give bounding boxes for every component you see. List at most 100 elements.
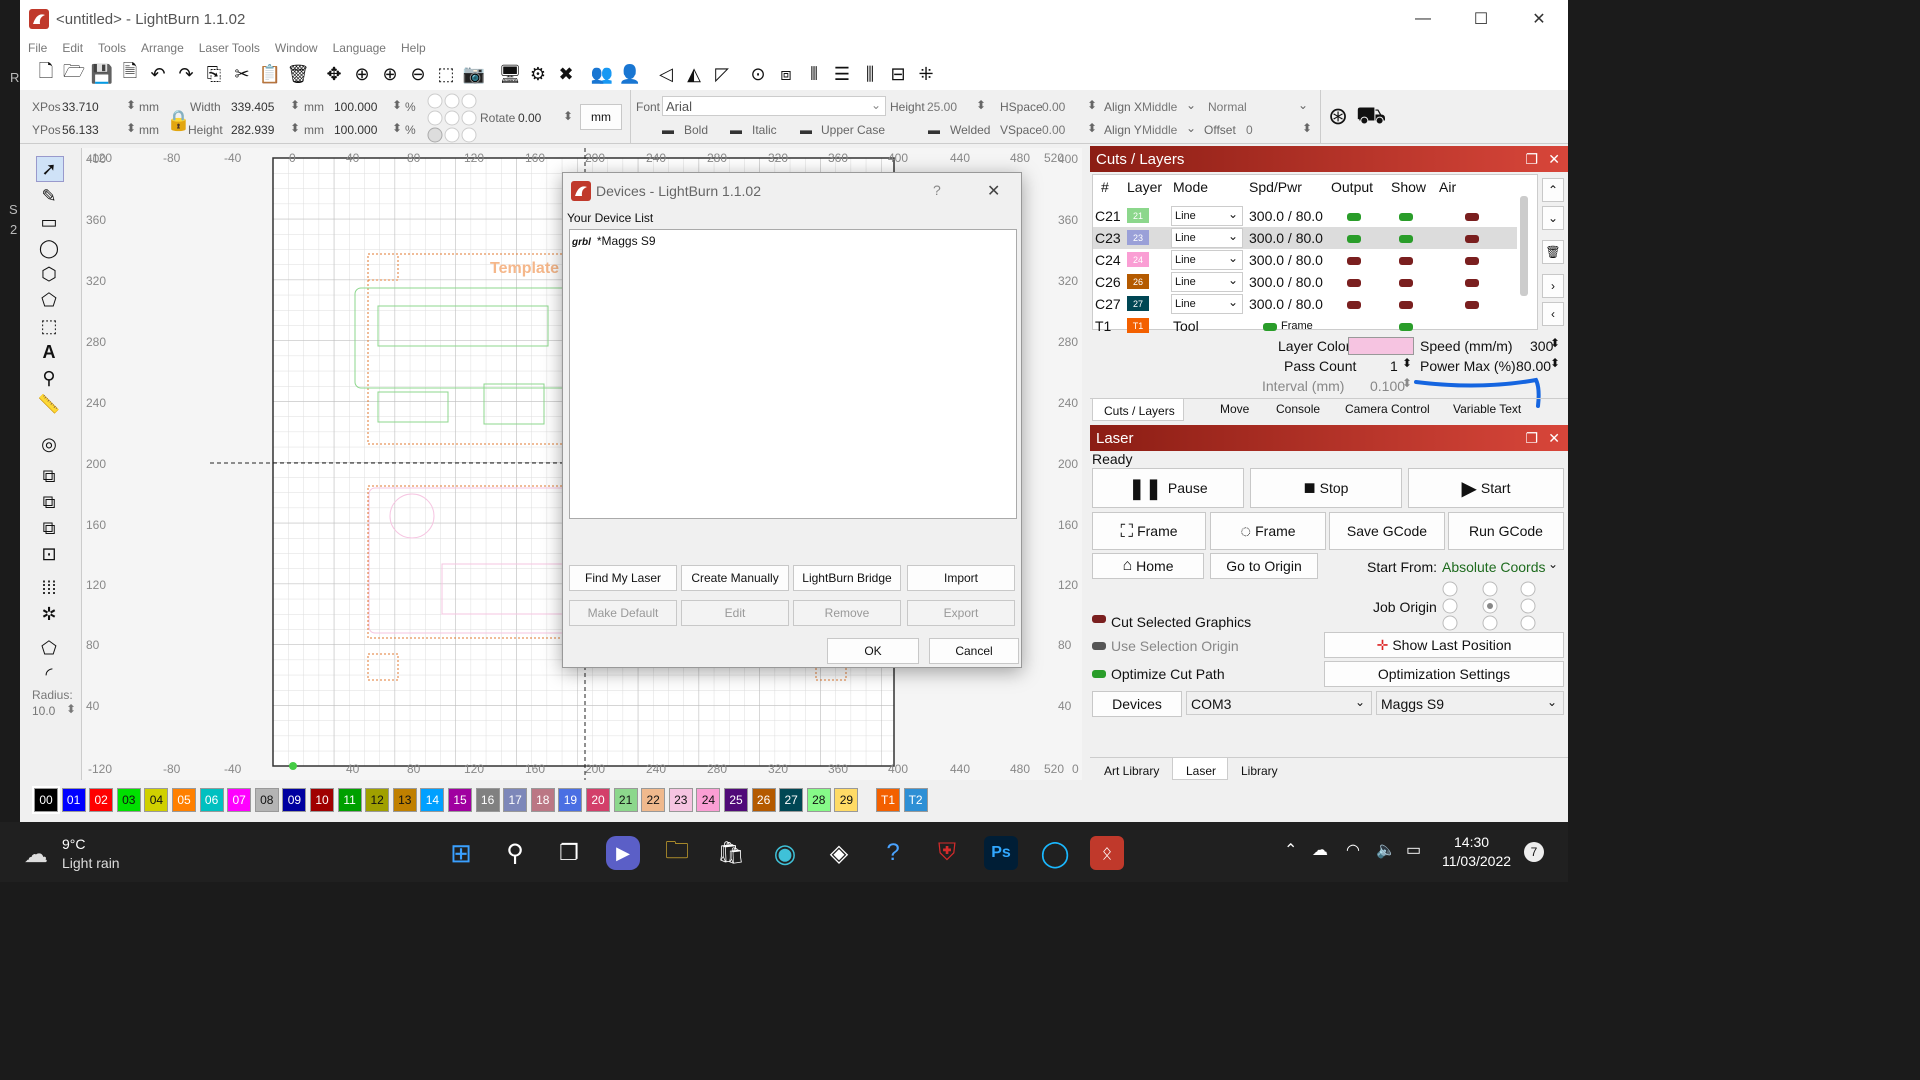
maximize-button[interactable]: ☐ xyxy=(1452,0,1510,38)
height-pct-field[interactable]: 100.000 xyxy=(334,123,377,137)
palette-swatch[interactable]: T2 xyxy=(903,788,928,812)
cancel-button[interactable]: Cancel xyxy=(929,638,1019,664)
offset-spin[interactable]: ⬍ xyxy=(1302,121,1312,135)
zoom-out-icon[interactable]: ⊖ xyxy=(404,60,432,88)
clock-time[interactable]: 14:30 xyxy=(1454,834,1489,850)
hspace-field[interactable]: 0.00 xyxy=(1042,100,1065,114)
mode-select[interactable]: Line ⌄ xyxy=(1171,294,1243,314)
create-manually-button[interactable]: Create Manually xyxy=(681,565,789,591)
boolean-union-icon[interactable]: ⧉ xyxy=(36,464,62,488)
tools-icon[interactable]: ✖ xyxy=(552,60,580,88)
photoshop-icon[interactable]: Ps xyxy=(984,836,1018,870)
offset-shape-icon[interactable]: ◎ xyxy=(36,432,62,456)
align-icon[interactable]: ⧈ xyxy=(772,60,800,88)
close-icon[interactable]: ✕ xyxy=(1548,151,1560,168)
use-selection-toggle[interactable] xyxy=(1092,642,1106,650)
chevron-left-icon[interactable]: ‹ xyxy=(1542,302,1564,326)
copy-icon[interactable]: ⎘ xyxy=(200,60,228,88)
aligny-select[interactable]: Middle xyxy=(1142,123,1177,137)
ok-button[interactable]: OK xyxy=(827,638,919,664)
palette-swatch[interactable]: 09 xyxy=(282,788,307,812)
palette-swatch[interactable]: 05 xyxy=(172,788,196,812)
toggle-led-icon[interactable] xyxy=(1347,213,1361,221)
table-row[interactable]: C24 24 Line ⌄ 300.0 / 80.0 xyxy=(1093,249,1517,271)
toggle-led-icon[interactable] xyxy=(1399,301,1413,309)
tab-variable-text[interactable]: Variable Text xyxy=(1453,402,1521,416)
rotate-spin[interactable]: ⬍ xyxy=(563,109,573,123)
toggle-led-icon[interactable] xyxy=(1347,257,1361,265)
flip-h-icon[interactable]: ◁ xyxy=(652,60,680,88)
palette-swatch[interactable]: 19 xyxy=(558,788,583,812)
menu-arrange[interactable]: Arrange xyxy=(141,41,184,55)
menu-help[interactable]: Help xyxy=(401,41,426,55)
table-row[interactable]: T1 T1 Tool Frame xyxy=(1093,315,1517,337)
palette-swatch[interactable]: 11 xyxy=(337,788,362,812)
settings-icon[interactable]: ⚙ xyxy=(524,60,552,88)
help-app-icon[interactable]: ? xyxy=(876,836,910,870)
tab-cuts-layers[interactable]: Cuts / Layers xyxy=(1104,404,1175,418)
pass-count-field[interactable]: 1 xyxy=(1390,358,1398,374)
mcafee-icon[interactable]: ⛨ xyxy=(930,836,964,870)
find-my-laser-button[interactable]: Find My Laser xyxy=(569,565,677,591)
volume-icon[interactable]: 🔈 xyxy=(1376,840,1396,860)
weld-icon[interactable]: ⊡ xyxy=(36,542,62,566)
go-to-origin-button[interactable]: Go to Origin xyxy=(1210,553,1318,579)
palette-swatch[interactable]: 21 xyxy=(613,788,638,812)
palette-swatch[interactable]: 06 xyxy=(199,788,224,812)
layer-color-chip[interactable]: 24 xyxy=(1127,252,1149,267)
delete-icon[interactable]: 🗑 xyxy=(284,60,312,88)
toggle-led-icon[interactable] xyxy=(1465,257,1479,265)
palette-swatch[interactable]: 20 xyxy=(586,788,610,812)
device-list[interactable]: grbl *Maggs S9 xyxy=(569,229,1017,519)
menu-edit[interactable]: Edit xyxy=(62,41,83,55)
save-as-icon[interactable]: 🗎 xyxy=(116,60,144,88)
height-field[interactable]: 282.939 xyxy=(231,123,274,137)
toggle-led-icon[interactable] xyxy=(1399,279,1413,287)
layer-color-chip[interactable]: 21 xyxy=(1127,208,1149,223)
bold-toggle-icon[interactable]: ▬ xyxy=(662,123,674,137)
paste-icon[interactable]: 📋 xyxy=(256,60,284,88)
palette-swatch[interactable]: 17 xyxy=(503,788,528,812)
alexa-icon[interactable]: ◯ xyxy=(1038,836,1072,870)
camera-icon[interactable]: 📷 xyxy=(460,60,488,88)
layer-color-chip[interactable]: 23 xyxy=(1127,230,1149,245)
mode-select[interactable]: Line ⌄ xyxy=(1171,206,1243,226)
circular-array-icon[interactable]: ✲ xyxy=(36,602,62,626)
remove-button[interactable]: Remove xyxy=(793,600,901,626)
tab-laser[interactable]: Laser xyxy=(1186,764,1216,778)
layer-color-swatch[interactable] xyxy=(1348,337,1414,355)
pentagon-icon[interactable]: ⬠ xyxy=(36,288,62,312)
toggle-led-icon[interactable] xyxy=(1465,301,1479,309)
zoom-frame-icon[interactable]: ⬚ xyxy=(432,60,460,88)
italic-toggle-icon[interactable]: ▬ xyxy=(730,123,742,137)
open-folder-icon[interactable]: 🗁 xyxy=(60,60,88,88)
tab-move[interactable]: Move xyxy=(1220,402,1249,416)
job-origin-grid[interactable] xyxy=(1440,581,1540,631)
palette-swatch[interactable]: T1 xyxy=(876,788,900,812)
measure-icon[interactable]: 📏 xyxy=(36,392,62,416)
toggle-led-icon[interactable] xyxy=(1347,235,1361,243)
task-view-icon[interactable]: ❐ xyxy=(552,836,586,870)
search-icon[interactable]: ⚲ xyxy=(498,836,532,870)
table-row[interactable]: C27 27 Line ⌄ 300.0 / 80.0 xyxy=(1093,293,1517,315)
frame-rect-button[interactable]: ⛶ Frame xyxy=(1092,512,1206,550)
select-arrow-icon[interactable]: ➚ xyxy=(36,157,62,181)
toggle-led-icon[interactable] xyxy=(1347,279,1361,287)
zoom-in-icon[interactable]: ⊕ xyxy=(348,60,376,88)
dock-icon[interactable]: ⫼ xyxy=(856,60,884,88)
tab-library[interactable]: Library xyxy=(1241,764,1278,778)
machine-icon[interactable]: ⛟ xyxy=(1356,102,1386,132)
radius-spin[interactable]: ⬍ xyxy=(66,702,76,716)
palette-swatch[interactable]: 10 xyxy=(310,788,334,812)
toggle-led-icon[interactable] xyxy=(1347,301,1361,309)
wpct-spin[interactable]: ⬍ xyxy=(392,98,402,112)
layer-color-chip[interactable]: 26 xyxy=(1127,274,1149,289)
toggle-led-icon[interactable] xyxy=(1399,213,1413,221)
width-field[interactable]: 339.405 xyxy=(231,100,274,114)
battery-icon[interactable]: ▭ xyxy=(1406,840,1421,860)
redo-icon[interactable]: ↷ xyxy=(172,60,200,88)
palette-swatch[interactable]: 24 xyxy=(696,788,721,812)
save-icon[interactable]: 💾 xyxy=(88,60,116,88)
pen-icon[interactable]: ✎ xyxy=(36,184,62,208)
zoom-in-icon[interactable]: ⊕ xyxy=(376,60,404,88)
